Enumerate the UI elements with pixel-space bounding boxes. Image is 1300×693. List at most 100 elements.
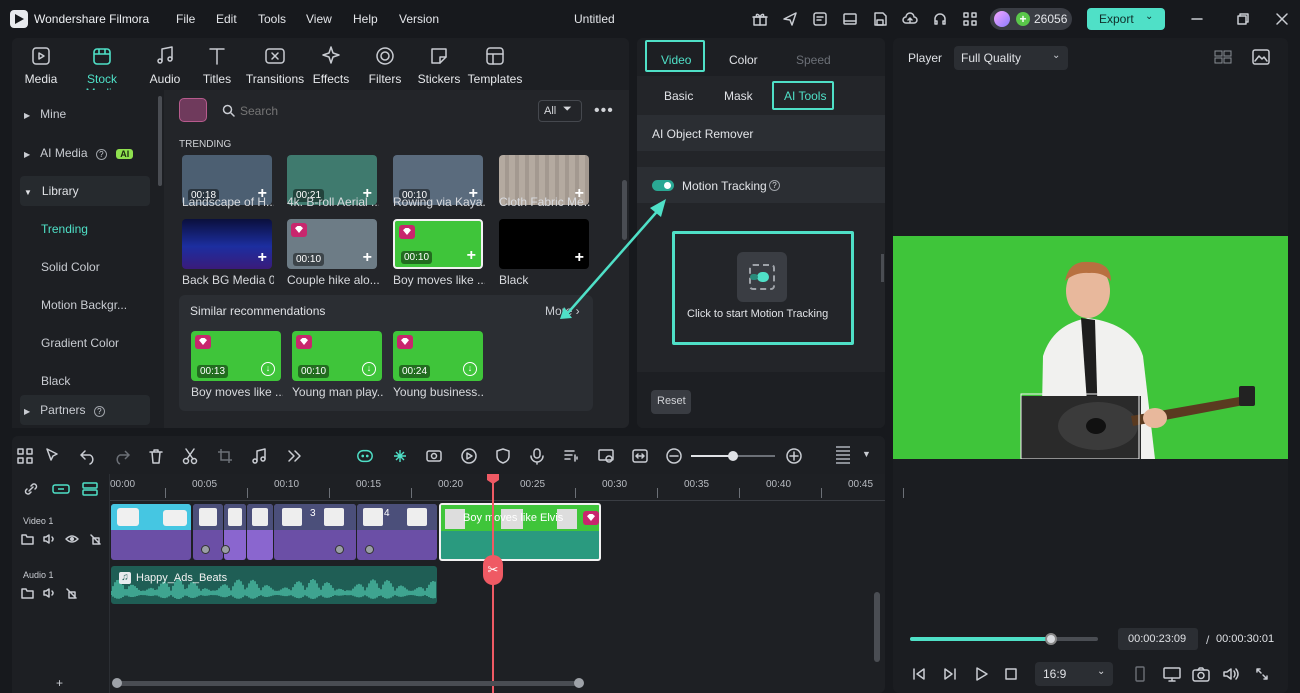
sidebar-item-ai-media[interactable]: ▶ AI Media ? AI (24, 146, 134, 160)
similar-thumbnail[interactable]: 00:13 ↓ (191, 331, 281, 381)
fit-timeline-icon[interactable] (631, 447, 649, 465)
sidebar-item-partners[interactable]: ▶ Partners ? (24, 403, 105, 417)
similar-thumbnail[interactable]: 00:24 ↓ (393, 331, 483, 381)
close-icon[interactable] (1275, 12, 1289, 26)
cloud-upload-icon[interactable] (902, 11, 918, 27)
stop-icon[interactable] (1003, 666, 1019, 682)
play-icon[interactable] (973, 666, 989, 682)
undo-icon[interactable] (79, 447, 97, 465)
timeline-vertical-scrollbar[interactable] (874, 592, 880, 662)
send-icon[interactable] (782, 11, 798, 27)
video-clip-1[interactable] (111, 504, 191, 560)
speed-icon[interactable] (460, 447, 478, 465)
sidebar-item-gradient-color[interactable]: Gradient Color (41, 336, 119, 350)
motion-tracking-toggle[interactable] (652, 180, 674, 191)
media-thumbnail[interactable]: + (182, 219, 272, 269)
export-dropdown-icon[interactable]: ⌄ (1145, 11, 1153, 22)
layout-icon[interactable] (842, 11, 858, 27)
help-icon[interactable]: ? (93, 406, 105, 417)
screen-record-icon[interactable] (597, 447, 615, 465)
tool-filters[interactable]: Filters (356, 44, 414, 86)
eye-icon[interactable] (65, 533, 79, 545)
help-icon[interactable]: ? (95, 149, 107, 160)
text-to-speech-icon[interactable] (562, 447, 580, 465)
tool-stickers[interactable]: Stickers (410, 44, 468, 86)
select-tool-icon[interactable] (44, 447, 62, 465)
tool-titles[interactable]: Titles (188, 44, 246, 86)
audio-edit-icon[interactable] (250, 447, 268, 465)
keyframe-marker[interactable] (221, 545, 230, 554)
snap-icon[interactable] (391, 447, 409, 465)
track-manager-icon[interactable] (82, 482, 98, 496)
restore-icon[interactable] (1236, 12, 1250, 26)
selected-video-clip[interactable]: Boy moves like Elvis (439, 503, 601, 561)
media-thumbnail[interactable]: 00:10 + (287, 219, 377, 269)
sidebar-item-mine[interactable]: ▶ Mine (24, 107, 66, 121)
sidebar-item-black[interactable]: Black (41, 374, 70, 388)
layout-grid-icon[interactable] (16, 447, 34, 465)
grid-view-icon[interactable] (1214, 50, 1232, 64)
zoom-slider-handle[interactable] (728, 451, 738, 461)
audio-clip[interactable]: ♫ Happy_Ads_Beats (111, 566, 437, 604)
menu-tools[interactable]: Tools (258, 12, 286, 26)
menu-help[interactable]: Help (353, 12, 378, 26)
unlink-icon[interactable] (23, 481, 39, 497)
add-track-icon[interactable]: + (56, 676, 63, 690)
tool-effects[interactable]: Effects (302, 44, 360, 86)
video-clip-4[interactable] (247, 504, 273, 560)
redo-icon[interactable] (113, 447, 131, 465)
similar-thumbnail[interactable]: 00:10 ↓ (292, 331, 382, 381)
media-thumbnail[interactable]: 00:10 + (393, 219, 483, 269)
timeline-horizontal-scrollbar[interactable] (112, 678, 584, 688)
more-tools-icon[interactable] (285, 447, 303, 465)
video-clip-5[interactable]: 3 (274, 504, 356, 560)
zoom-out-icon[interactable] (665, 447, 683, 465)
tab-color[interactable]: Color (729, 53, 758, 67)
auto-reframe-icon[interactable] (425, 447, 443, 465)
delete-icon[interactable] (147, 447, 165, 465)
tool-templates[interactable]: Templates (465, 44, 525, 86)
link-icon[interactable] (52, 482, 70, 496)
download-icon[interactable]: ↓ (463, 362, 477, 376)
quality-dropdown[interactable]: Full Quality ⌄ (954, 46, 1068, 70)
mobile-preview-icon[interactable] (1133, 666, 1147, 682)
subtab-mask[interactable]: Mask (724, 89, 753, 103)
split-scissors-icon[interactable] (181, 447, 199, 465)
more-options-icon[interactable]: ••• (594, 102, 614, 120)
headset-icon[interactable] (932, 11, 948, 27)
search-input[interactable] (240, 102, 520, 120)
download-icon[interactable]: ↓ (261, 362, 275, 376)
sidebar-item-library[interactable]: ▼ Library (24, 184, 79, 198)
playhead-handle[interactable] (487, 474, 499, 484)
keyframe-marker[interactable] (201, 545, 210, 554)
menu-view[interactable]: View (306, 12, 332, 26)
menu-edit[interactable]: Edit (216, 12, 237, 26)
ai-object-remover-row[interactable]: AI Object Remover (637, 115, 885, 151)
next-frame-icon[interactable] (942, 666, 958, 682)
gift-icon[interactable] (752, 11, 768, 27)
tool-media[interactable]: Media (12, 44, 70, 86)
zoom-in-icon[interactable] (785, 447, 803, 465)
monitor-icon[interactable] (1163, 666, 1181, 682)
mute-icon[interactable] (43, 533, 56, 545)
tool-transitions[interactable]: Transitions (244, 44, 306, 86)
playback-progress-handle[interactable] (1045, 633, 1057, 645)
keyframe-marker[interactable] (335, 545, 344, 554)
download-icon[interactable]: ↓ (362, 362, 376, 376)
help-icon[interactable]: ? (769, 180, 780, 191)
playback-progress-track[interactable] (910, 633, 1098, 645)
mute-icon[interactable] (43, 587, 56, 599)
scroll-handle[interactable] (574, 678, 584, 688)
camera-icon[interactable] (1192, 666, 1210, 682)
shield-icon[interactable] (494, 447, 512, 465)
keyframe-marker[interactable] (365, 545, 374, 554)
tab-speed[interactable]: Speed (796, 53, 831, 67)
microphone-icon[interactable] (528, 447, 546, 465)
volume-icon[interactable] (1222, 666, 1240, 682)
menu-file[interactable]: File (176, 12, 195, 26)
apps-grid-icon[interactable] (962, 11, 978, 27)
split-at-playhead-button[interactable]: ✂ (483, 555, 503, 585)
folder-icon[interactable] (21, 587, 34, 599)
feedback-icon[interactable] (812, 11, 828, 27)
crop-icon[interactable] (216, 447, 234, 465)
